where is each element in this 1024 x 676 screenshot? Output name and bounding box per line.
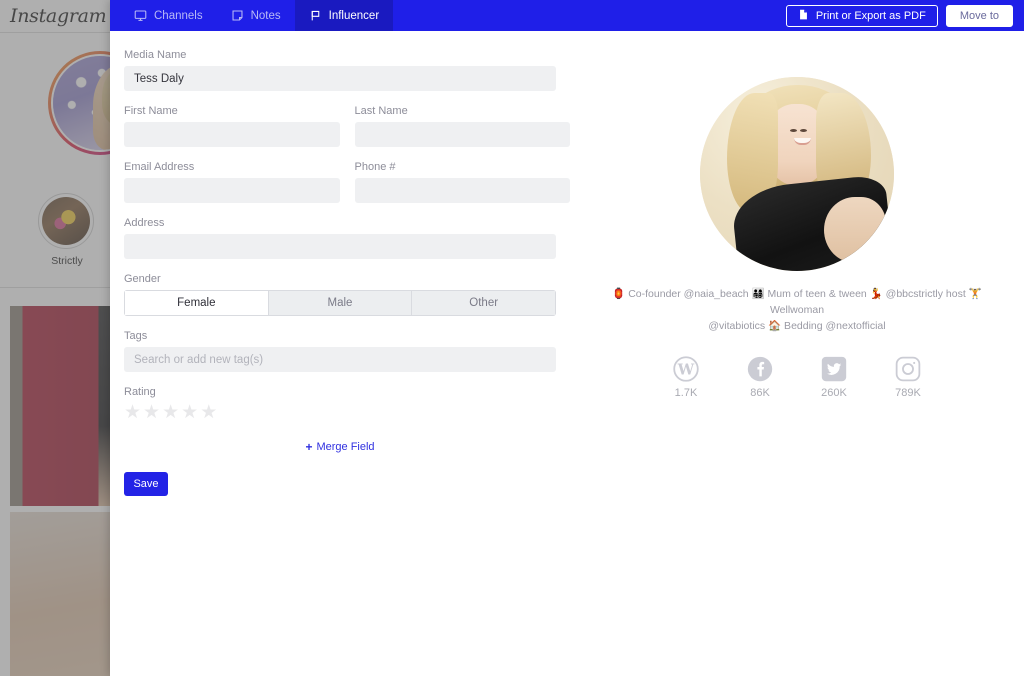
note-icon <box>231 9 244 22</box>
merge-field-button[interactable]: + Merge Field <box>305 440 374 454</box>
post-thumbnail[interactable] <box>10 306 115 506</box>
story-highlight[interactable]: Strictly <box>38 193 96 267</box>
tab-notes-label: Notes <box>250 9 281 22</box>
gender-option-male[interactable]: Male <box>268 290 413 316</box>
rating-stars: ★ ★ ★ ★ ★ <box>124 403 570 422</box>
document-icon <box>798 8 809 24</box>
twitter-icon <box>821 356 847 382</box>
post-thumbnail[interactable] <box>10 512 115 676</box>
tags-field: Tags <box>124 330 570 372</box>
profile-bio: 🏮 Co-founder @naia_beach 👨‍👩‍👧‍👦 Mum of … <box>612 287 982 334</box>
merge-field-row: + Merge Field <box>124 440 556 454</box>
instagram-logo-bar: Instagram <box>0 0 115 33</box>
photo-eye-left <box>790 128 798 132</box>
first-name-field: First Name <box>124 105 340 147</box>
tab-notes[interactable]: Notes <box>217 0 295 31</box>
email-field: Email Address <box>124 161 340 203</box>
facebook-icon <box>747 356 773 382</box>
background-divider <box>0 287 115 288</box>
header-actions: Print or Export as PDF Move to <box>785 0 1024 31</box>
instagram-icon <box>895 356 921 382</box>
social-stat-twitter[interactable]: 260K <box>809 356 859 399</box>
gender-field: Gender Female Male Other <box>124 273 570 316</box>
panel-body: Media Name First Name Last Name Em <box>110 31 1024 676</box>
last-name-field: Last Name <box>354 105 570 147</box>
instagram-logo: Instagram <box>10 5 107 27</box>
tags-input[interactable] <box>124 347 556 372</box>
last-name-input[interactable] <box>354 122 570 147</box>
panel-tabs: Channels Notes Influencer <box>120 0 394 31</box>
phone-input[interactable] <box>354 178 570 203</box>
address-label: Address <box>124 217 165 229</box>
tab-influencer[interactable]: Influencer <box>294 0 394 31</box>
rating-field: Rating ★ ★ ★ ★ ★ <box>124 386 570 422</box>
gender-option-female[interactable]: Female <box>124 290 269 316</box>
flag-icon <box>309 9 322 22</box>
media-name-label: Media Name <box>124 49 187 61</box>
avatar-image <box>51 54 115 152</box>
tab-channels[interactable]: Channels <box>120 0 217 31</box>
influencer-form: Media Name First Name Last Name Em <box>110 31 570 676</box>
twitter-count: 260K <box>821 387 847 400</box>
gender-option-other[interactable]: Other <box>412 290 556 316</box>
social-stats: W 1.7K 86K 260K 789K <box>661 356 933 399</box>
rating-label: Rating <box>124 386 156 398</box>
print-or-export-pdf-label: Print or Export as PDF <box>815 9 926 22</box>
photo-smile <box>793 138 811 146</box>
bio-line-2: @vitabiotics 🏠 Bedding @nextofficial <box>708 319 886 332</box>
wordpress-icon: W <box>673 356 699 382</box>
monitor-icon <box>134 9 147 22</box>
name-row: First Name Last Name <box>124 105 570 147</box>
phone-label: Phone # <box>354 161 396 173</box>
email-input[interactable] <box>124 178 340 203</box>
rating-star-4[interactable]: ★ <box>181 403 198 422</box>
svg-text:W: W <box>677 362 695 379</box>
rating-star-1[interactable]: ★ <box>124 403 141 422</box>
move-to-button[interactable]: Move to <box>945 4 1013 27</box>
social-stat-facebook[interactable]: 86K <box>735 356 785 399</box>
instagram-count: 789K <box>895 387 921 400</box>
influencer-profile: 🏮 Co-founder @naia_beach 👨‍👩‍👧‍👦 Mum of … <box>570 31 1024 676</box>
media-name-field: Media Name <box>124 49 570 91</box>
background-instagram-page: Instagram Strictly <box>0 0 115 676</box>
avatar-story-ring <box>48 51 115 155</box>
contact-row: Email Address Phone # <box>124 161 570 203</box>
app-root: Instagram Strictly Channels Notes Influe… <box>0 0 1024 676</box>
photo-shoulder <box>824 197 887 264</box>
phone-field: Phone # <box>354 161 570 203</box>
rating-star-3[interactable]: ★ <box>162 403 179 422</box>
facebook-count: 86K <box>750 387 770 400</box>
rating-star-5[interactable]: ★ <box>200 403 217 422</box>
photo-eye-right <box>799 128 807 132</box>
bio-line-1: 🏮 Co-founder @naia_beach 👨‍👩‍👧‍👦 Mum of … <box>612 288 982 316</box>
merge-field-label: Merge Field <box>316 441 375 453</box>
save-button[interactable]: Save <box>124 472 168 496</box>
print-or-export-pdf-button[interactable]: Print or Export as PDF <box>785 4 938 27</box>
tab-influencer-label: Influencer <box>328 9 380 22</box>
panel-header: Channels Notes Influencer Print or Expor… <box>110 0 1024 31</box>
tags-label: Tags <box>124 330 148 342</box>
story-highlight-label: Strictly <box>51 255 83 267</box>
address-input[interactable] <box>124 234 556 259</box>
story-highlight-image <box>42 197 90 245</box>
profile-photo <box>700 77 894 271</box>
profile-avatar-background <box>48 51 115 155</box>
social-stat-instagram[interactable]: 789K <box>883 356 933 399</box>
social-stat-wordpress[interactable]: W 1.7K <box>661 356 711 399</box>
gender-segmented-control: Female Male Other <box>124 290 556 316</box>
story-highlight-circle <box>38 193 94 249</box>
first-name-input[interactable] <box>124 122 340 147</box>
media-name-input[interactable] <box>124 66 556 91</box>
first-name-label: First Name <box>124 105 178 117</box>
influencer-panel: Channels Notes Influencer Print or Expor… <box>110 0 1024 676</box>
last-name-label: Last Name <box>354 105 408 117</box>
gender-label: Gender <box>124 273 161 285</box>
rating-star-2[interactable]: ★ <box>143 403 160 422</box>
address-field: Address <box>124 217 570 259</box>
email-label: Email Address <box>124 161 195 173</box>
tab-channels-label: Channels <box>154 9 203 22</box>
plus-icon: + <box>305 440 313 454</box>
wordpress-count: 1.7K <box>674 387 698 400</box>
